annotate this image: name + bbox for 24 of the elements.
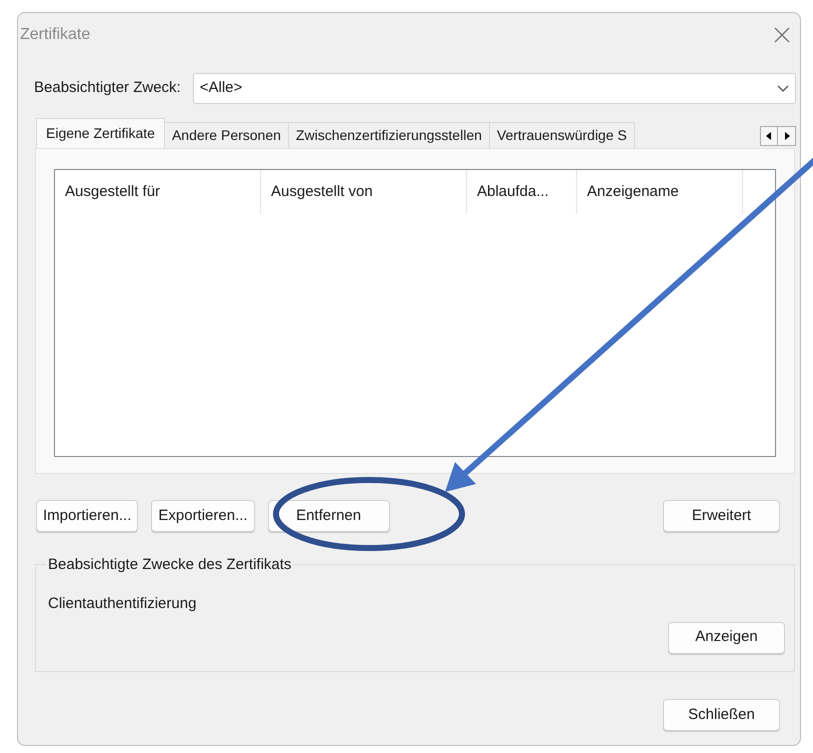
action-button[interactable]: Importieren... xyxy=(36,500,138,532)
show-button[interactable]: Anzeigen xyxy=(668,622,785,654)
action-button[interactable]: Exportieren... xyxy=(151,500,255,532)
right-triangle-icon xyxy=(784,132,790,140)
action-button[interactable]: Entfernen xyxy=(268,500,390,532)
purpose-text: Clientauthentifizierung xyxy=(48,594,196,614)
tab[interactable]: Eigene Zertifikate xyxy=(36,118,165,148)
tab[interactable]: Zwischenzertifizierungsstellen xyxy=(288,122,490,148)
window-title: Zertifikate xyxy=(20,25,90,45)
purpose-dropdown[interactable]: <Alle> xyxy=(192,73,796,104)
column-header[interactable]: Anzeigename xyxy=(577,170,743,214)
purpose-label: Beabsichtigter Zweck: xyxy=(34,78,181,98)
scroll-left-button[interactable] xyxy=(760,126,778,146)
close-button[interactable]: Schließen xyxy=(663,699,780,731)
left-triangle-icon xyxy=(766,132,772,140)
column-header[interactable]: Ausgestellt von xyxy=(261,170,467,214)
scroll-right-button[interactable] xyxy=(778,126,796,146)
tab[interactable]: Andere Personen xyxy=(164,122,289,148)
advanced-button[interactable]: Erweitert xyxy=(663,500,780,532)
column-header[interactable]: Ausgestellt für xyxy=(55,170,261,214)
tab[interactable]: Vertrauenswürdige S xyxy=(490,122,635,148)
certificate-list[interactable]: Ausgestellt für Ausgestellt von Ablaufda... Anzeigename xyxy=(54,169,776,457)
chevron-down-icon xyxy=(777,84,789,92)
column-header[interactable]: Ablaufda... xyxy=(467,170,577,214)
